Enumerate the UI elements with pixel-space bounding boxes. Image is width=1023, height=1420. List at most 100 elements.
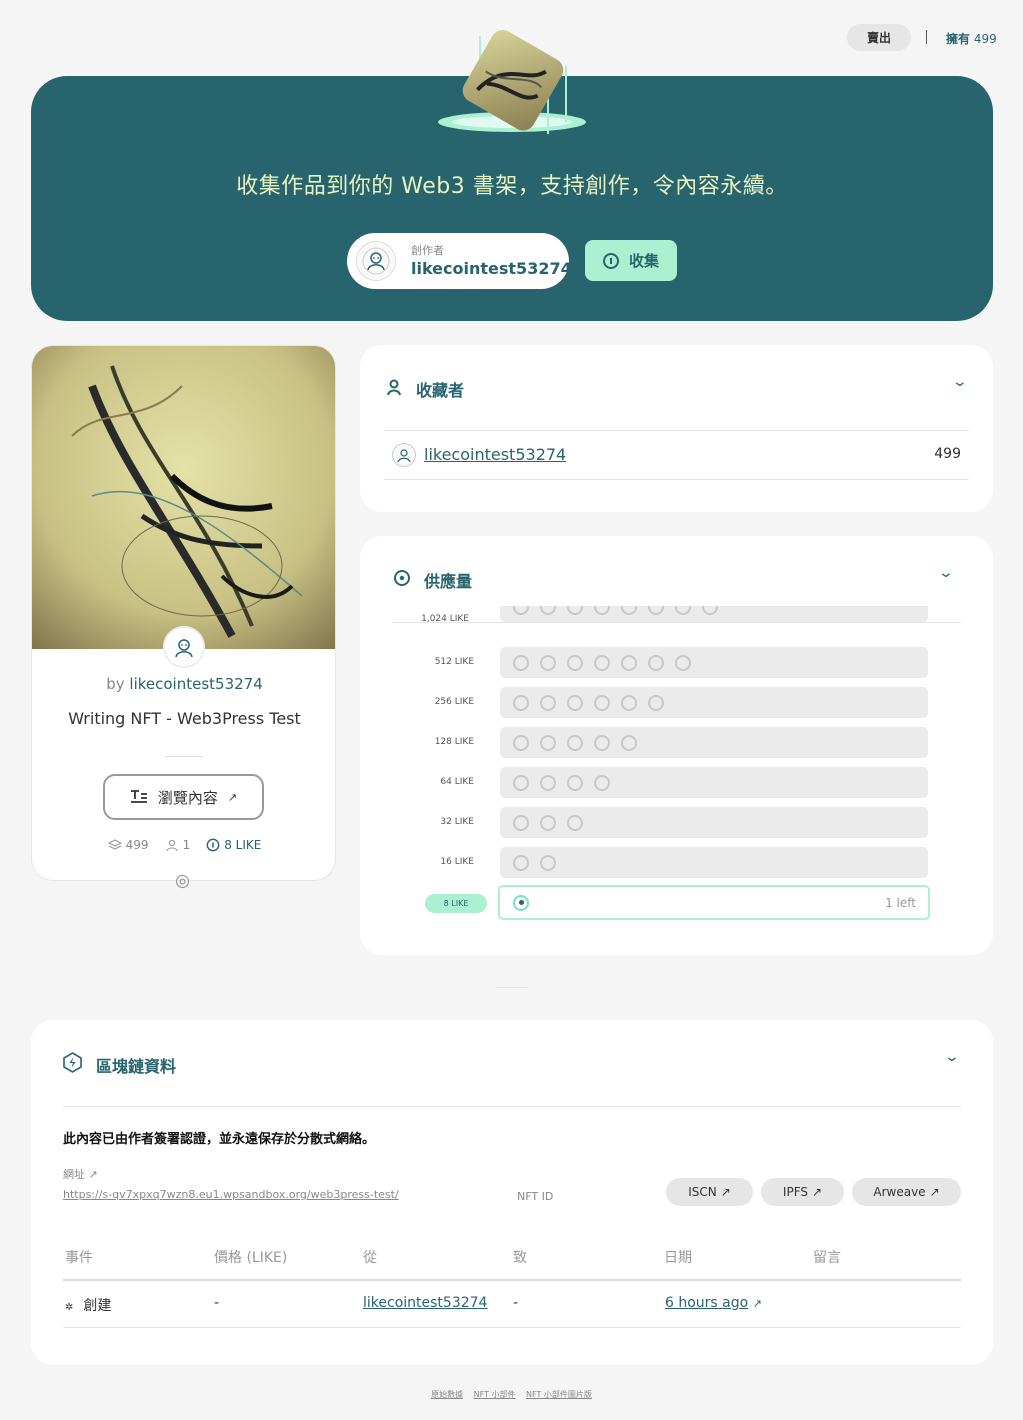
supply-title: 供應量 (424, 572, 473, 591)
nft-creator-avatar[interactable] (163, 626, 205, 668)
slot[interactable] (513, 854, 529, 871)
slot[interactable] (594, 654, 610, 671)
nft-card: by likecointest53274 Writing NFT - Web3P… (31, 345, 336, 881)
chevron-down-icon[interactable]: ⌄ (938, 565, 954, 581)
divider (63, 1106, 961, 1107)
slot[interactable] (513, 654, 529, 671)
slot[interactable] (702, 606, 718, 615)
slot[interactable] (621, 694, 637, 711)
slot[interactable] (594, 694, 610, 711)
slot[interactable] (675, 654, 691, 671)
blockchain-title: 區塊鏈資料 (96, 1057, 177, 1076)
slot[interactable] (567, 774, 583, 791)
browse-label: 瀏覽內容 (157, 788, 218, 807)
chip-label: IPFS (782, 1185, 809, 1199)
supply-stat: 499 (107, 838, 149, 852)
like-coin-icon (206, 838, 220, 852)
lightning-icon (63, 1052, 82, 1073)
arweave-link-button[interactable]: Arweave ↗ (852, 1178, 961, 1206)
tier-bar (500, 647, 928, 678)
slot[interactable] (513, 694, 529, 711)
event-cell: ✲ 創建 (65, 1295, 111, 1315)
tier-bar (500, 807, 928, 838)
date-link[interactable]: 6 hours ago (665, 1295, 748, 1311)
slot[interactable] (594, 734, 610, 751)
share-icon[interactable] (175, 874, 190, 889)
slot[interactable] (540, 854, 556, 871)
target-icon (394, 570, 410, 586)
slot[interactable] (513, 734, 529, 751)
tier-bar (500, 687, 928, 718)
slot[interactable] (540, 734, 556, 751)
external-link-icon: ↗ (720, 1185, 731, 1199)
collector-avatar[interactable] (392, 443, 416, 467)
nft-cover-image[interactable] (32, 346, 336, 649)
tier-label: 1,024 LIKE (421, 614, 469, 622)
nft-title: Writing NFT - Web3Press Test (68, 709, 301, 728)
external-link-icon: ↗ (812, 1185, 823, 1199)
slot[interactable] (567, 654, 583, 671)
person-icon (166, 839, 178, 852)
chevron-down-icon[interactable]: ⌄ (952, 374, 968, 390)
creator-name[interactable]: likecointest53274 (411, 259, 572, 278)
to-cell: - (513, 1295, 519, 1311)
chevron-down-icon[interactable]: ⌄ (944, 1049, 960, 1065)
tier-label: 32 LIKE (440, 817, 474, 827)
source-url-link[interactable]: https://s-qv7xpxq7wzn8.eu1.wpsandbox.org… (63, 1188, 399, 1201)
collectors-panel (360, 345, 993, 512)
slot[interactable] (540, 774, 556, 791)
slot[interactable] (675, 606, 691, 615)
selected-slot-icon[interactable] (513, 894, 529, 911)
tier-label: 16 LIKE (440, 857, 474, 867)
slot[interactable] (513, 606, 529, 615)
slot[interactable] (594, 774, 610, 791)
collector-name[interactable]: likecointest53274 (424, 445, 566, 464)
iscn-link-button[interactable]: ISCN ↗ (666, 1178, 753, 1206)
slot[interactable] (648, 606, 664, 615)
slot[interactable] (621, 606, 637, 615)
tier-bar (500, 767, 928, 798)
slot[interactable] (540, 814, 556, 831)
from-link[interactable]: likecointest53274 (363, 1295, 487, 1311)
slot[interactable] (540, 654, 556, 671)
nft-cover-3d-illustration (438, 30, 586, 134)
layers-icon (107, 839, 122, 850)
divider (63, 1327, 961, 1328)
slot[interactable] (648, 694, 664, 711)
collect-button[interactable]: 收集 (585, 240, 677, 281)
sell-button[interactable]: 賣出 (847, 24, 911, 51)
active-tier-bar[interactable]: 1 left (498, 885, 930, 920)
blockchain-description: 此內容已由作者簽署認證，並永遠保存於分散式網絡。 (63, 1132, 376, 1147)
slot[interactable] (540, 694, 556, 711)
slot[interactable] (567, 606, 583, 615)
creator-label: 創作者 (411, 244, 444, 257)
slot[interactable] (567, 694, 583, 711)
active-tier-label: 8 LIKE (425, 894, 487, 913)
slot[interactable] (621, 654, 637, 671)
creator-avatar[interactable] (356, 241, 396, 281)
owners-count: 1 (182, 838, 191, 852)
table-header-price: 價格 (LIKE) (214, 1250, 288, 1266)
nft-id-label: NFT ID (517, 1190, 554, 1203)
date-cell[interactable]: 6 hours ago ↗ (665, 1295, 762, 1311)
table-header-to: 致 (513, 1250, 527, 1266)
supply-tier-partial: 1,024 LIKE (392, 606, 961, 622)
slot[interactable] (567, 734, 583, 751)
slot[interactable] (648, 654, 664, 671)
slot[interactable] (513, 774, 529, 791)
nft-creator-name[interactable]: likecointest53274 (129, 675, 262, 693)
slot[interactable] (567, 814, 583, 831)
collectors-title: 收藏者 (416, 381, 465, 400)
browse-content-button[interactable]: 瀏覽內容 ↗ (103, 774, 264, 820)
slot[interactable] (594, 606, 610, 615)
footer-link-nft-widget-image[interactable]: NFT 小部件圖片版 (526, 1390, 592, 1399)
footer-link-raw-data[interactable]: 原始數據 (431, 1390, 463, 1399)
ipfs-link-button[interactable]: IPFS ↗ (761, 1178, 844, 1206)
slot[interactable] (513, 814, 529, 831)
slot[interactable] (621, 734, 637, 751)
footer-link-nft-widget[interactable]: NFT 小部件 (474, 1390, 516, 1399)
slot[interactable] (540, 606, 556, 615)
owned-label: 擁有 (946, 32, 971, 46)
nft-byline: by likecointest53274 (32, 675, 335, 693)
tier-bar (500, 727, 928, 758)
